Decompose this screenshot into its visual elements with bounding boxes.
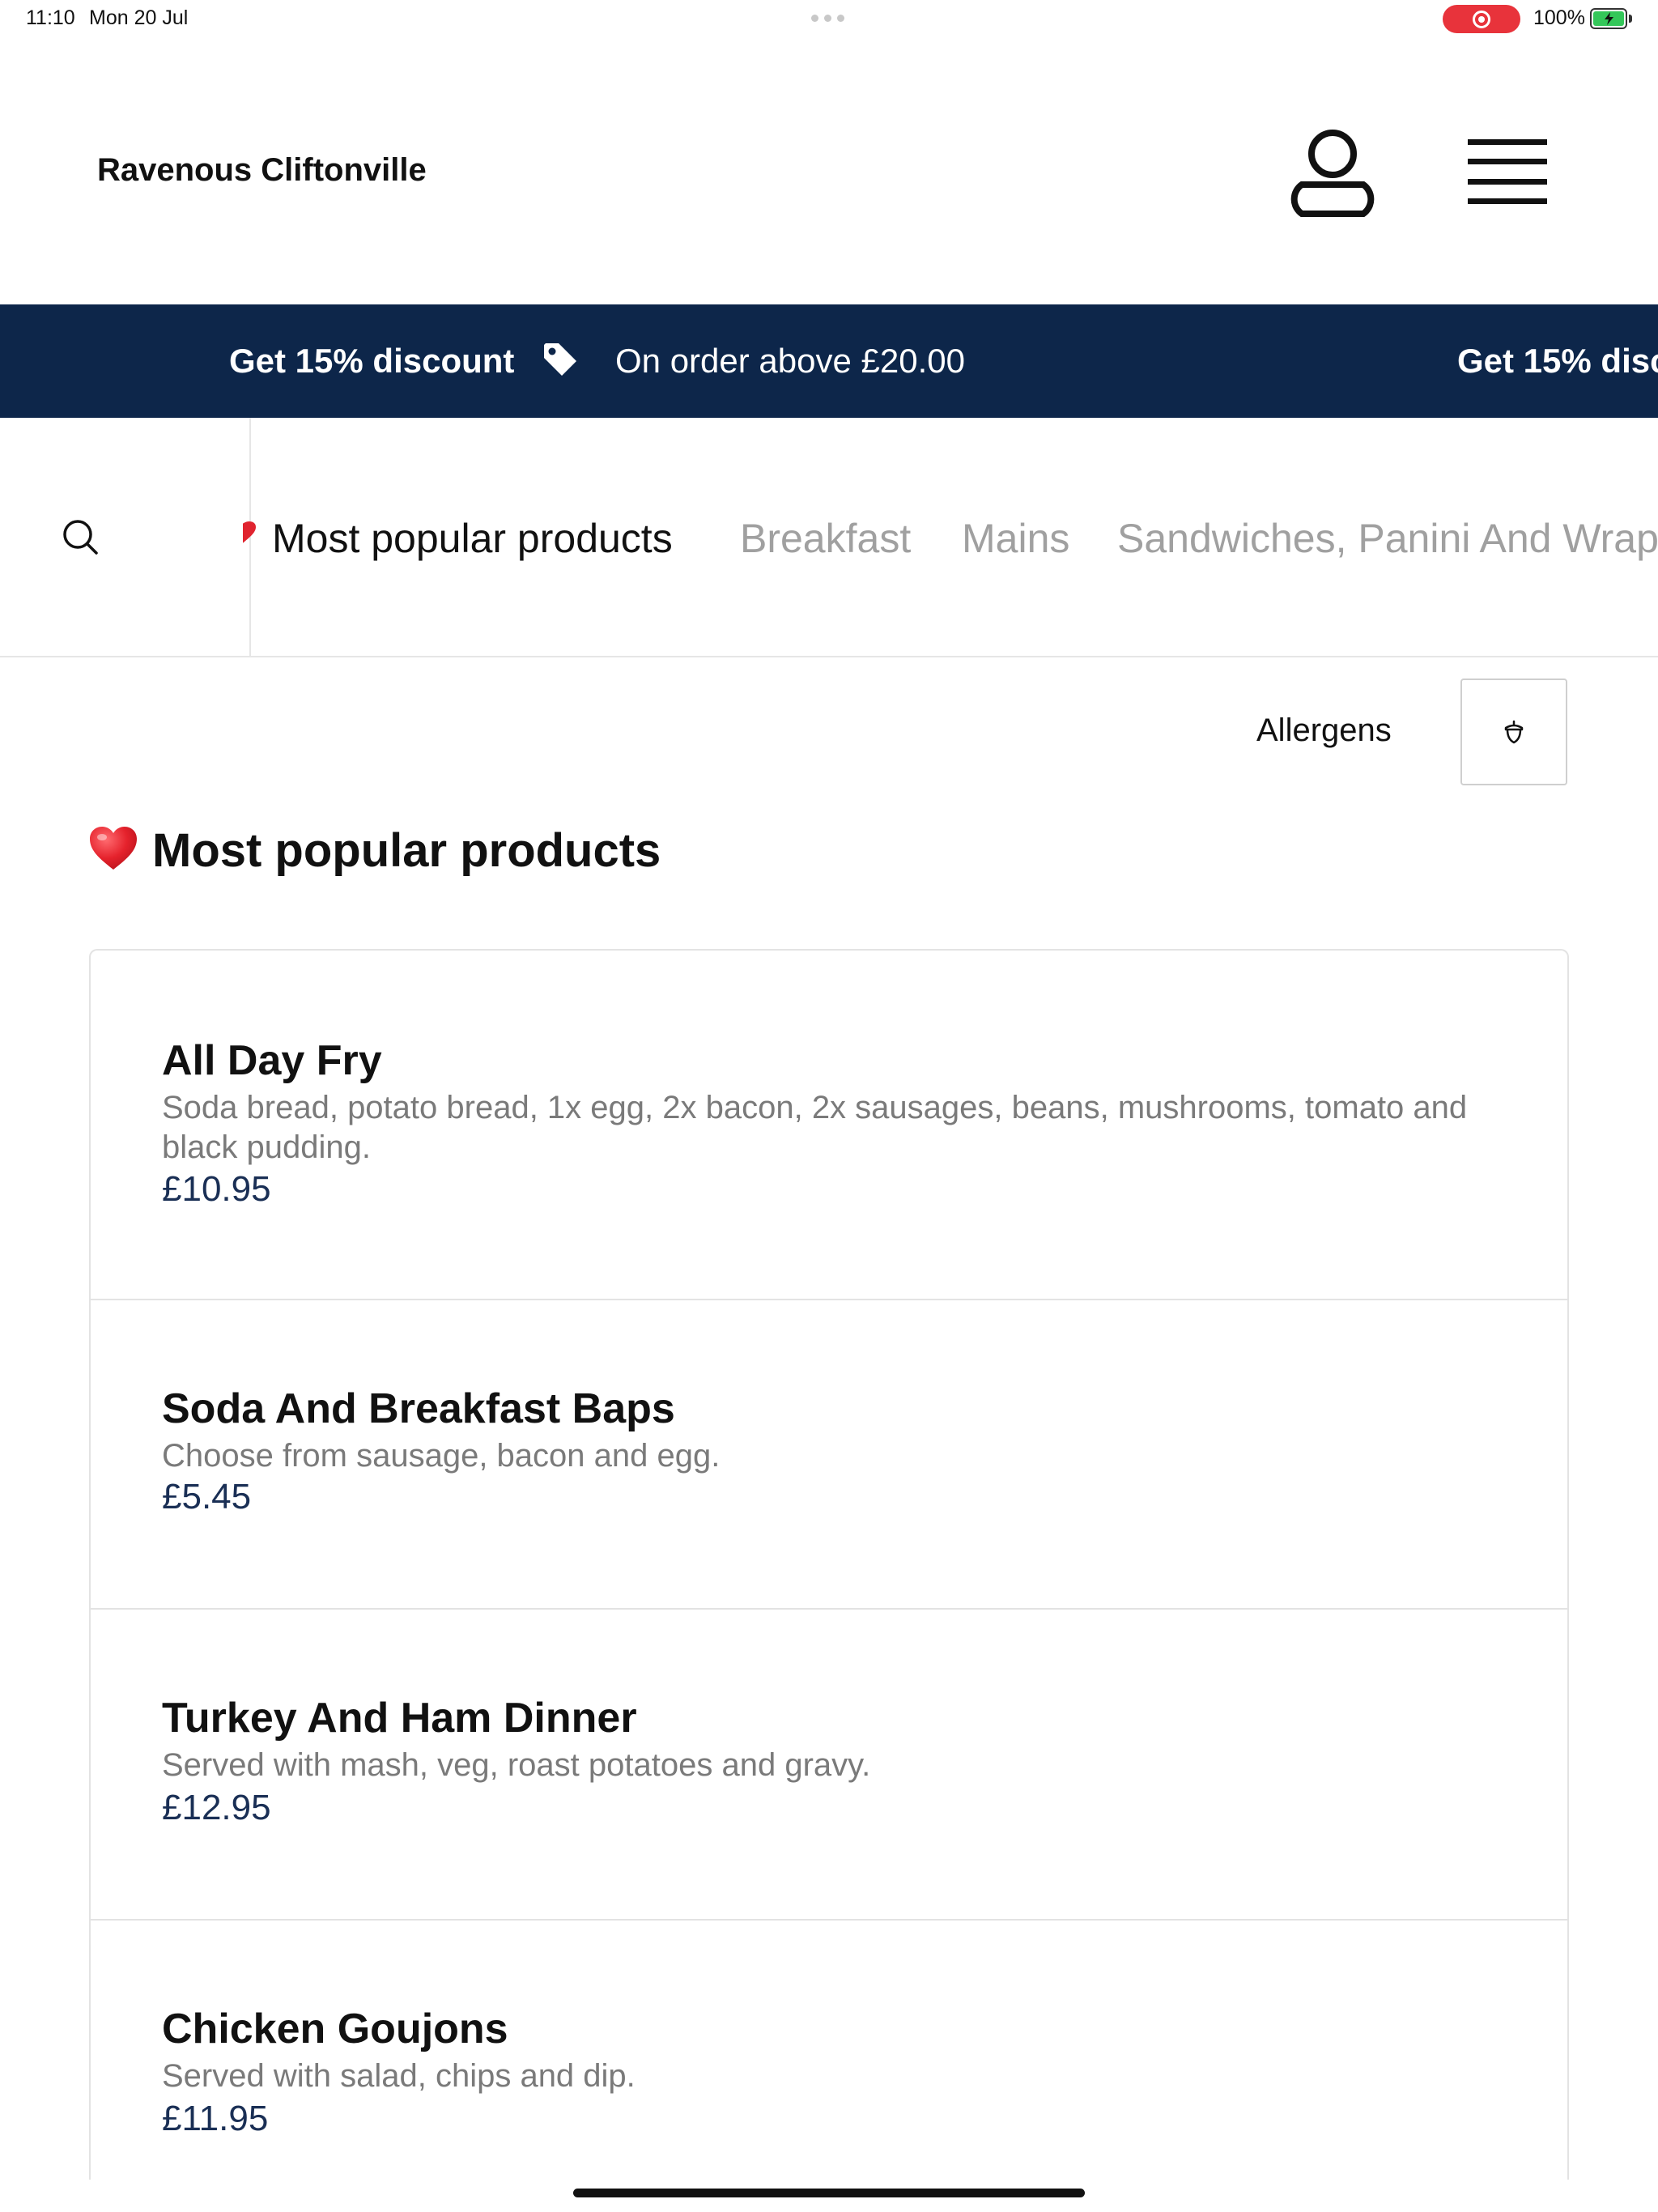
section-title: Most popular products [152, 823, 661, 877]
battery-cap [1629, 15, 1632, 23]
status-time: 11:10 [26, 6, 75, 29]
tag-icon [541, 340, 580, 383]
product-price: £12.95 [162, 1788, 271, 1827]
promo-title-repeat: Get 15% disc [1457, 342, 1658, 380]
product-name: Soda And Breakfast Baps [162, 1385, 675, 1432]
account-button[interactable] [1290, 126, 1375, 220]
product-name: Turkey And Ham Dinner [162, 1695, 637, 1742]
acorn-icon [1504, 720, 1524, 744]
store-name[interactable]: Ravenous Cliftonville [97, 152, 427, 189]
promo-subtitle: On order above £20.00 [615, 342, 965, 380]
status-date: Mon 20 Jul [89, 6, 189, 29]
product-card[interactable]: Turkey And Ham Dinner Served with mash, … [91, 1610, 1567, 1921]
search-icon [63, 520, 98, 555]
product-card[interactable]: All Day Fry Soda bread, potato bread, 1x… [91, 951, 1567, 1300]
allergens-button[interactable] [1460, 678, 1567, 785]
menu-button[interactable] [1464, 136, 1553, 209]
product-description: Soda bread, potato bread, 1x egg, 2x bac… [162, 1090, 1468, 1165]
product-description: Served with mash, veg, roast potatoes an… [162, 1747, 871, 1783]
product-name: Chicken Goujons [162, 2006, 508, 2052]
hamburger-menu-icon [1468, 139, 1547, 204]
allergens-label[interactable]: Allergens [1256, 713, 1392, 749]
product-price: £10.95 [162, 1169, 271, 1209]
product-price: £11.95 [162, 2099, 269, 2138]
tab-breakfast[interactable]: Breakfast [740, 515, 911, 562]
category-nav: Most popular products Breakfast Mains Sa… [0, 418, 1658, 657]
multitasking-dots-icon[interactable] [811, 15, 844, 22]
site-header: Ravenous Cliftonville [0, 39, 1658, 304]
promo-banner: Get 15% discount On order above £20.00 G… [0, 304, 1658, 418]
product-description: Choose from sausage, bacon and egg. [162, 1438, 721, 1474]
screen-recording-icon[interactable] [1443, 5, 1520, 33]
product-name: All Day Fry [162, 1037, 382, 1084]
product-price: £5.45 [162, 1477, 252, 1516]
battery-icon [1590, 8, 1627, 29]
promo-title: Get 15% discount [229, 342, 515, 380]
product-card[interactable]: Soda And Breakfast Baps Choose from saus… [91, 1300, 1567, 1610]
product-card[interactable]: Chicken Goujons Served with salad, chips… [91, 1921, 1567, 2180]
status-bar: 11:10 Mon 20 Jul 100% [0, 0, 1658, 39]
home-indicator[interactable] [573, 2189, 1085, 2197]
product-description: Served with salad, chips and dip. [162, 2058, 636, 2094]
heart-icon [243, 521, 256, 547]
tab-most-popular[interactable]: Most popular products [272, 515, 673, 562]
user-icon [1290, 130, 1375, 217]
heart-icon [89, 826, 138, 875]
battery-percentage: 100% [1533, 6, 1585, 29]
product-list: All Day Fry Soda bread, potato bread, 1x… [89, 949, 1569, 2180]
search-button[interactable] [0, 418, 251, 656]
tab-sandwiches[interactable]: Sandwiches, Panini And Wrap [1117, 515, 1658, 562]
tab-mains[interactable]: Mains [962, 515, 1069, 562]
section-heading: Most popular products [89, 819, 661, 881]
